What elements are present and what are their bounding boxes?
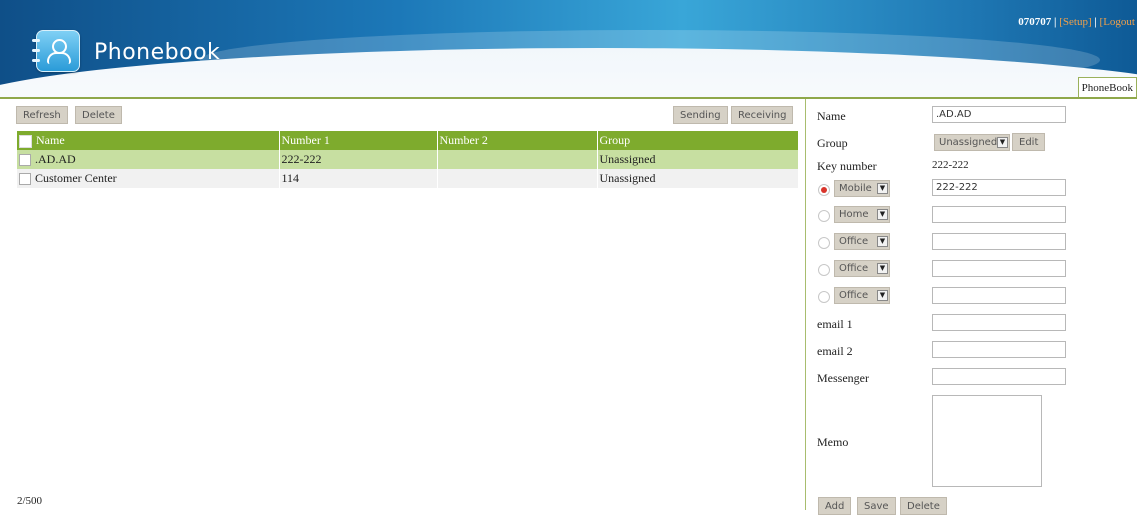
messenger-label: Messenger [817,371,869,385]
chevron-down-icon: ▼ [877,209,888,220]
table-header-row: Name Number 1 Number 2 Group [17,131,799,150]
tab-phonebook[interactable]: PhoneBook [1077,77,1137,98]
user-bar: 070707 | [Setup] | [Logout [1018,16,1135,28]
key-number-value: 222-222 [932,159,969,171]
select-all-checkbox[interactable] [19,134,32,148]
column-header-group: Group [597,131,799,150]
contact-name: .AD.AD [35,152,76,166]
phone-type-select[interactable]: Office ▼ [834,287,890,304]
chevron-down-icon: ▼ [877,236,888,247]
email1-field[interactable] [932,314,1066,331]
row-checkbox[interactable] [19,154,31,167]
key-number-label: Key number [817,159,877,173]
column-header-number1: Number 1 [279,131,438,150]
contact-group: Unassigned [597,150,799,169]
mobile-radio[interactable] [818,184,830,196]
phone-field[interactable] [932,287,1066,304]
user-id: 070707 [1018,16,1052,28]
home-radio[interactable] [818,210,830,222]
chevron-down-icon: ▼ [877,290,888,301]
contact-number2 [437,169,598,188]
column-header-name: Name [36,133,65,147]
app-header: Phonebook 070707 | [Setup] | [Logout [0,0,1137,98]
contacts-table: Name Number 1 Number 2 Group .AD.AD 222-… [17,131,799,188]
sending-button[interactable]: Sending [673,106,728,124]
phone-type-select[interactable]: Office ▼ [834,233,890,250]
chevron-down-icon: ▼ [997,137,1008,148]
memo-textarea[interactable] [932,395,1042,487]
contact-group: Unassigned [597,169,799,188]
row-checkbox[interactable] [19,173,31,186]
column-header-number2: Number 2 [437,131,598,150]
add-button[interactable]: Add [818,497,852,515]
phonebook-logo-icon [32,30,80,72]
email1-label: email 1 [817,317,853,331]
phone-field[interactable] [932,206,1066,223]
memo-label: Memo [817,435,849,449]
phone-field[interactable] [932,260,1066,277]
table-row[interactable]: Customer Center 114 Unassigned [17,169,799,188]
email2-field[interactable] [932,341,1066,358]
phone-type-select[interactable]: Home ▼ [834,206,890,223]
contact-count: 2/500 [17,495,43,507]
group-label: Group [817,136,848,150]
contact-detail-panel: Name .AD.AD Group Unassigned ▼ Edit Key n… [810,99,1137,515]
delete-button[interactable]: Delete [75,106,122,124]
edit-group-button[interactable]: Edit [1012,133,1046,151]
contact-number2 [437,150,598,169]
office-radio[interactable] [818,264,830,276]
messenger-field[interactable] [932,368,1066,385]
phone-type-select[interactable]: Office ▼ [834,260,890,277]
phone-field[interactable] [932,233,1066,250]
group-select[interactable]: Unassigned ▼ [934,134,1010,151]
office-radio[interactable] [818,291,830,303]
delete-contact-button[interactable]: Delete [900,497,947,515]
receiving-button[interactable]: Receiving [731,106,794,124]
chevron-down-icon: ▼ [877,263,888,274]
refresh-button[interactable]: Refresh [16,106,68,124]
office-radio[interactable] [818,237,830,249]
app-title: Phonebook [94,40,221,65]
name-field[interactable]: .AD.AD [932,106,1066,123]
name-label: Name [817,109,846,123]
contact-number1: 222-222 [279,150,438,169]
chevron-down-icon: ▼ [877,183,888,194]
email2-label: email 2 [817,344,853,358]
setup-link[interactable]: [Setup] [1059,16,1091,28]
logout-link[interactable]: [Logout [1100,16,1135,28]
contact-number1: 114 [279,169,438,188]
save-button[interactable]: Save [857,497,896,515]
contact-name: Customer Center [35,171,117,185]
phone-type-select[interactable]: Mobile ▼ [834,180,890,197]
contact-list-panel: Refresh Delete Sending Receiving Name Nu… [5,99,806,510]
table-row[interactable]: .AD.AD 222-222 Unassigned [17,150,799,169]
phone-field[interactable]: 222-222 [932,179,1066,196]
